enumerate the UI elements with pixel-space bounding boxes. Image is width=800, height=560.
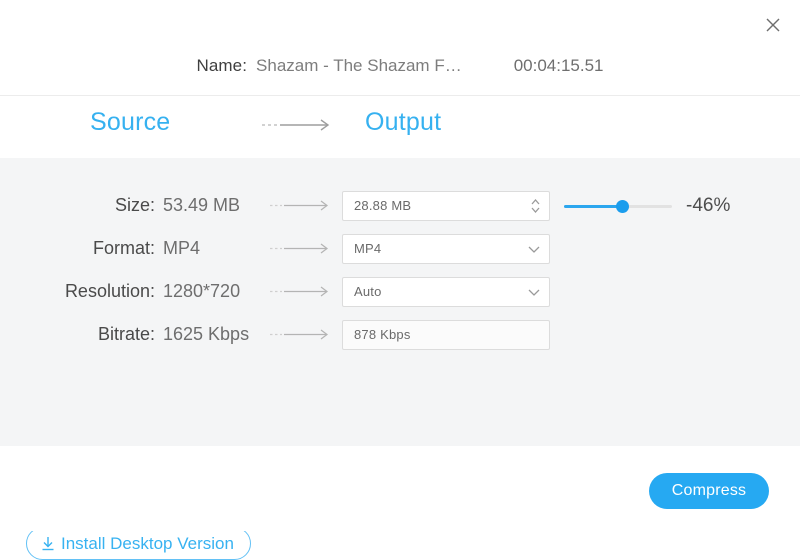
row-arrow-icon-format <box>270 242 332 255</box>
output-column-title: Output <box>365 108 441 137</box>
compress-button[interactable]: Compress <box>649 473 769 509</box>
settings-rows: Size: 53.49 MB 28.88 MB <box>0 184 800 356</box>
row-arrow-icon-size <box>270 199 332 212</box>
column-headings: Source Output <box>0 96 800 158</box>
chevron-down-icon[interactable] <box>528 278 540 306</box>
row-source-value-resolution: 1280*720 <box>163 281 268 302</box>
row-label-bitrate: Bitrate: <box>0 324 155 345</box>
slider-fill <box>564 205 622 208</box>
row-label-size: Size: <box>0 195 155 216</box>
compression-slider[interactable] <box>564 196 672 216</box>
install-desktop-version-label: Install Desktop Version <box>61 534 234 554</box>
settings-row-format: Format: MP4 MP4 <box>0 227 800 270</box>
output-format-value: MP4 <box>354 241 381 256</box>
output-size-stepper[interactable]: 28.88 MB <box>342 191 550 221</box>
file-duration: 00:04:15.51 <box>514 56 604 76</box>
close-icon <box>766 18 780 32</box>
chevron-down-icon[interactable] <box>528 235 540 263</box>
download-icon <box>41 536 55 551</box>
source-column-title: Source <box>90 108 170 137</box>
row-label-format: Format: <box>0 238 155 259</box>
row-arrow-icon-resolution <box>270 285 332 298</box>
settings-panel: Size: 53.49 MB 28.88 MB <box>0 158 800 446</box>
dialog-footer: Compress <box>0 446 800 531</box>
row-label-resolution: Resolution: <box>0 281 155 302</box>
file-name-value: Shazam - The Shazam F… <box>256 56 462 76</box>
install-desktop-version-button[interactable]: Install Desktop Version <box>26 527 251 560</box>
settings-row-size: Size: 53.49 MB 28.88 MB <box>0 184 800 227</box>
title-bar: Name: Shazam - The Shazam F… 00:04:15.51 <box>0 0 800 96</box>
row-source-value-format: MP4 <box>163 238 268 259</box>
compression-percent: -46% <box>686 195 730 217</box>
output-bitrate-value: 878 Kbps <box>354 327 411 342</box>
file-name-row: Name: Shazam - The Shazam F… 00:04:15.51 <box>0 52 800 80</box>
output-format-select[interactable]: MP4 <box>342 234 550 264</box>
output-size-value: 28.88 MB <box>354 198 411 213</box>
slider-thumb[interactable] <box>616 200 629 213</box>
output-bitrate-field: 878 Kbps <box>342 320 550 350</box>
up-down-chevron-icon[interactable] <box>531 192 540 220</box>
row-source-value-size: 53.49 MB <box>163 195 268 216</box>
output-resolution-select[interactable]: Auto <box>342 277 550 307</box>
dotted-arrow-icon <box>262 118 334 132</box>
video-compressor-dialog: Name: Shazam - The Shazam F… 00:04:15.51… <box>0 0 800 531</box>
row-arrow-icon-bitrate <box>270 328 332 341</box>
close-button[interactable] <box>758 10 788 40</box>
output-resolution-value: Auto <box>354 284 382 299</box>
settings-row-bitrate: Bitrate: 1625 Kbps 878 Kbps <box>0 313 800 356</box>
settings-row-resolution: Resolution: 1280*720 Auto <box>0 270 800 313</box>
file-name-label: Name: <box>196 56 247 76</box>
row-source-value-bitrate: 1625 Kbps <box>163 324 268 345</box>
